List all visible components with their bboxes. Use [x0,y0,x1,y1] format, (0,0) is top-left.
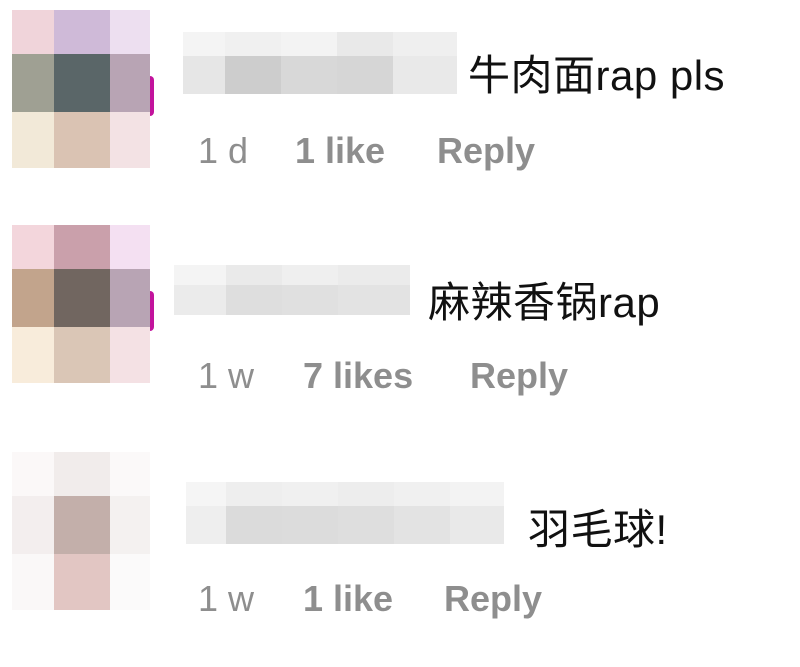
avatar[interactable] [12,225,154,383]
reply-button[interactable]: Reply [444,578,542,620]
reply-button[interactable]: Reply [437,130,535,172]
username-blurred[interactable] [174,265,410,327]
avatar-pixelated-image [12,10,150,168]
comment-text: 羽毛球! [528,506,668,553]
like-count[interactable]: 1 like [295,130,385,172]
like-count[interactable]: 7 likes [303,355,413,397]
avatar-pixelated-image [12,452,150,610]
username-blurred[interactable] [186,482,504,544]
like-count[interactable]: 1 like [303,578,393,620]
avatar[interactable] [12,452,150,610]
comment-item: 麻辣香锅rap 1 w 7 likes Reply [0,225,800,425]
comment-text: 牛肉面rap pls [468,52,726,99]
comment-text: 麻辣香锅rap [428,279,661,326]
comment-item: 羽毛球! 1 w 1 like Reply [0,452,800,652]
comment-item: 牛肉面rap pls 1 d 1 like Reply [0,10,800,210]
comment-timestamp: 1 d [198,130,249,171]
avatar[interactable] [12,10,154,168]
avatar-pixelated-image [12,225,150,383]
comment-timestamp: 1 w [198,355,255,396]
username-blurred[interactable] [183,32,457,94]
comment-timestamp: 1 w [198,578,255,619]
reply-button[interactable]: Reply [470,355,568,397]
